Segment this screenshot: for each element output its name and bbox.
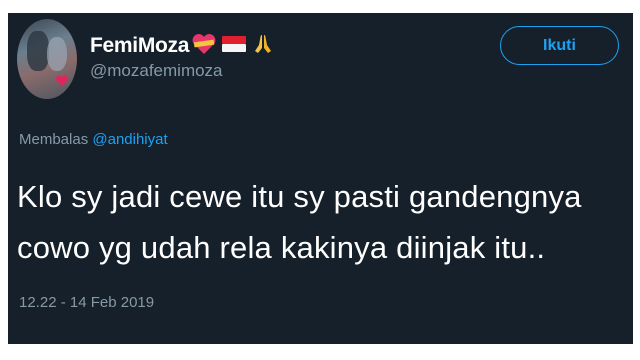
indonesia-flag-icon [222, 36, 246, 52]
heart-icon [55, 75, 69, 86]
reply-context: Membalas @andihiyat [19, 131, 168, 148]
tweet-timestamp[interactable]: 12.22 - 14 Feb 2019 [19, 294, 154, 311]
user-handle[interactable]: @mozafemimoza [90, 61, 223, 81]
avatar-shape [27, 31, 49, 71]
reply-prefix: Membalas [19, 131, 89, 148]
praying-hands-icon [255, 35, 271, 53]
tweet-card: FemiMoza @mozafemimoza Ikuti Membalas @a… [8, 13, 633, 344]
tweet-text-line: cowo yg udah rela kakinya diinjak itu.. [17, 230, 546, 265]
name-emojis [191, 32, 275, 56]
heart-ribbon-icon [192, 34, 216, 54]
display-name[interactable]: FemiMoza [90, 34, 189, 58]
tweet-text-line: Klo sy jadi cewe itu sy pasti gandengnya [17, 179, 582, 214]
follow-button[interactable]: Ikuti [500, 26, 619, 65]
avatar-shape [47, 37, 67, 71]
reply-mention-link[interactable]: @andihiyat [92, 131, 167, 148]
tweet-text: Klo sy jadi cewe itu sy pasti gandengnya… [17, 171, 617, 273]
avatar[interactable] [17, 19, 77, 99]
